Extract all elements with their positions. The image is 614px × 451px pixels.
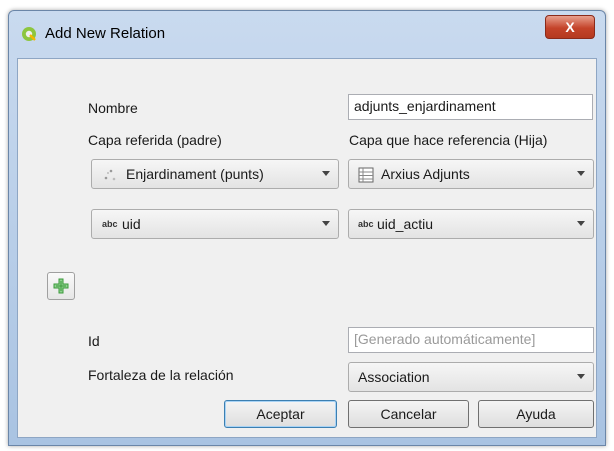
- add-new-relation-dialog: Add New Relation X Nombre adjunts_enjard…: [8, 10, 606, 446]
- campo-referido-combo[interactable]: abc uid: [91, 209, 339, 239]
- close-button[interactable]: X: [545, 15, 595, 39]
- chevron-down-icon: [577, 171, 585, 176]
- fortaleza-label: Fortaleza de la relación: [88, 367, 234, 383]
- dialog-body: Nombre adjunts_enjardinament Capa referi…: [17, 58, 597, 438]
- string-field-icon: abc: [358, 219, 374, 229]
- add-field-pair-button[interactable]: [47, 272, 75, 300]
- capa-hija-combo[interactable]: Arxius Adjunts: [348, 159, 594, 189]
- point-layer-icon: [104, 169, 116, 181]
- campo-hija-value: uid_actiu: [377, 216, 434, 232]
- campo-hija-combo[interactable]: abc uid_actiu: [348, 209, 594, 239]
- nombre-label: Nombre: [88, 100, 138, 116]
- chevron-down-icon: [322, 171, 330, 176]
- chevron-down-icon: [577, 221, 585, 226]
- green-plus-icon: [53, 278, 69, 294]
- string-field-icon: abc: [102, 219, 118, 229]
- capa-referida-value: Enjardinament (punts): [126, 166, 264, 182]
- fortaleza-value: Association: [358, 369, 430, 385]
- chevron-down-icon: [322, 221, 330, 226]
- title-bar[interactable]: Add New Relation X: [9, 11, 605, 59]
- table-layer-icon: [358, 167, 374, 183]
- window-title: Add New Relation: [45, 25, 166, 42]
- capa-hija-value: Arxius Adjunts: [381, 166, 470, 182]
- id-input[interactable]: [Generado automáticamente]: [348, 327, 594, 353]
- capa-referida-combo[interactable]: Enjardinament (punts): [91, 159, 339, 189]
- capa-hija-label: Capa que hace referencia (Hija): [349, 132, 548, 148]
- id-label: Id: [88, 333, 100, 349]
- campo-referido-value: uid: [122, 216, 141, 232]
- capa-referida-label: Capa referida (padre): [88, 132, 222, 148]
- cancel-button[interactable]: Cancelar: [348, 400, 469, 428]
- qgis-logo-icon: [22, 27, 36, 41]
- accept-button[interactable]: Aceptar: [224, 400, 337, 428]
- nombre-input[interactable]: adjunts_enjardinament: [348, 94, 593, 120]
- fortaleza-combo[interactable]: Association: [348, 362, 594, 392]
- chevron-down-icon: [577, 374, 585, 379]
- help-button[interactable]: Ayuda: [478, 400, 594, 428]
